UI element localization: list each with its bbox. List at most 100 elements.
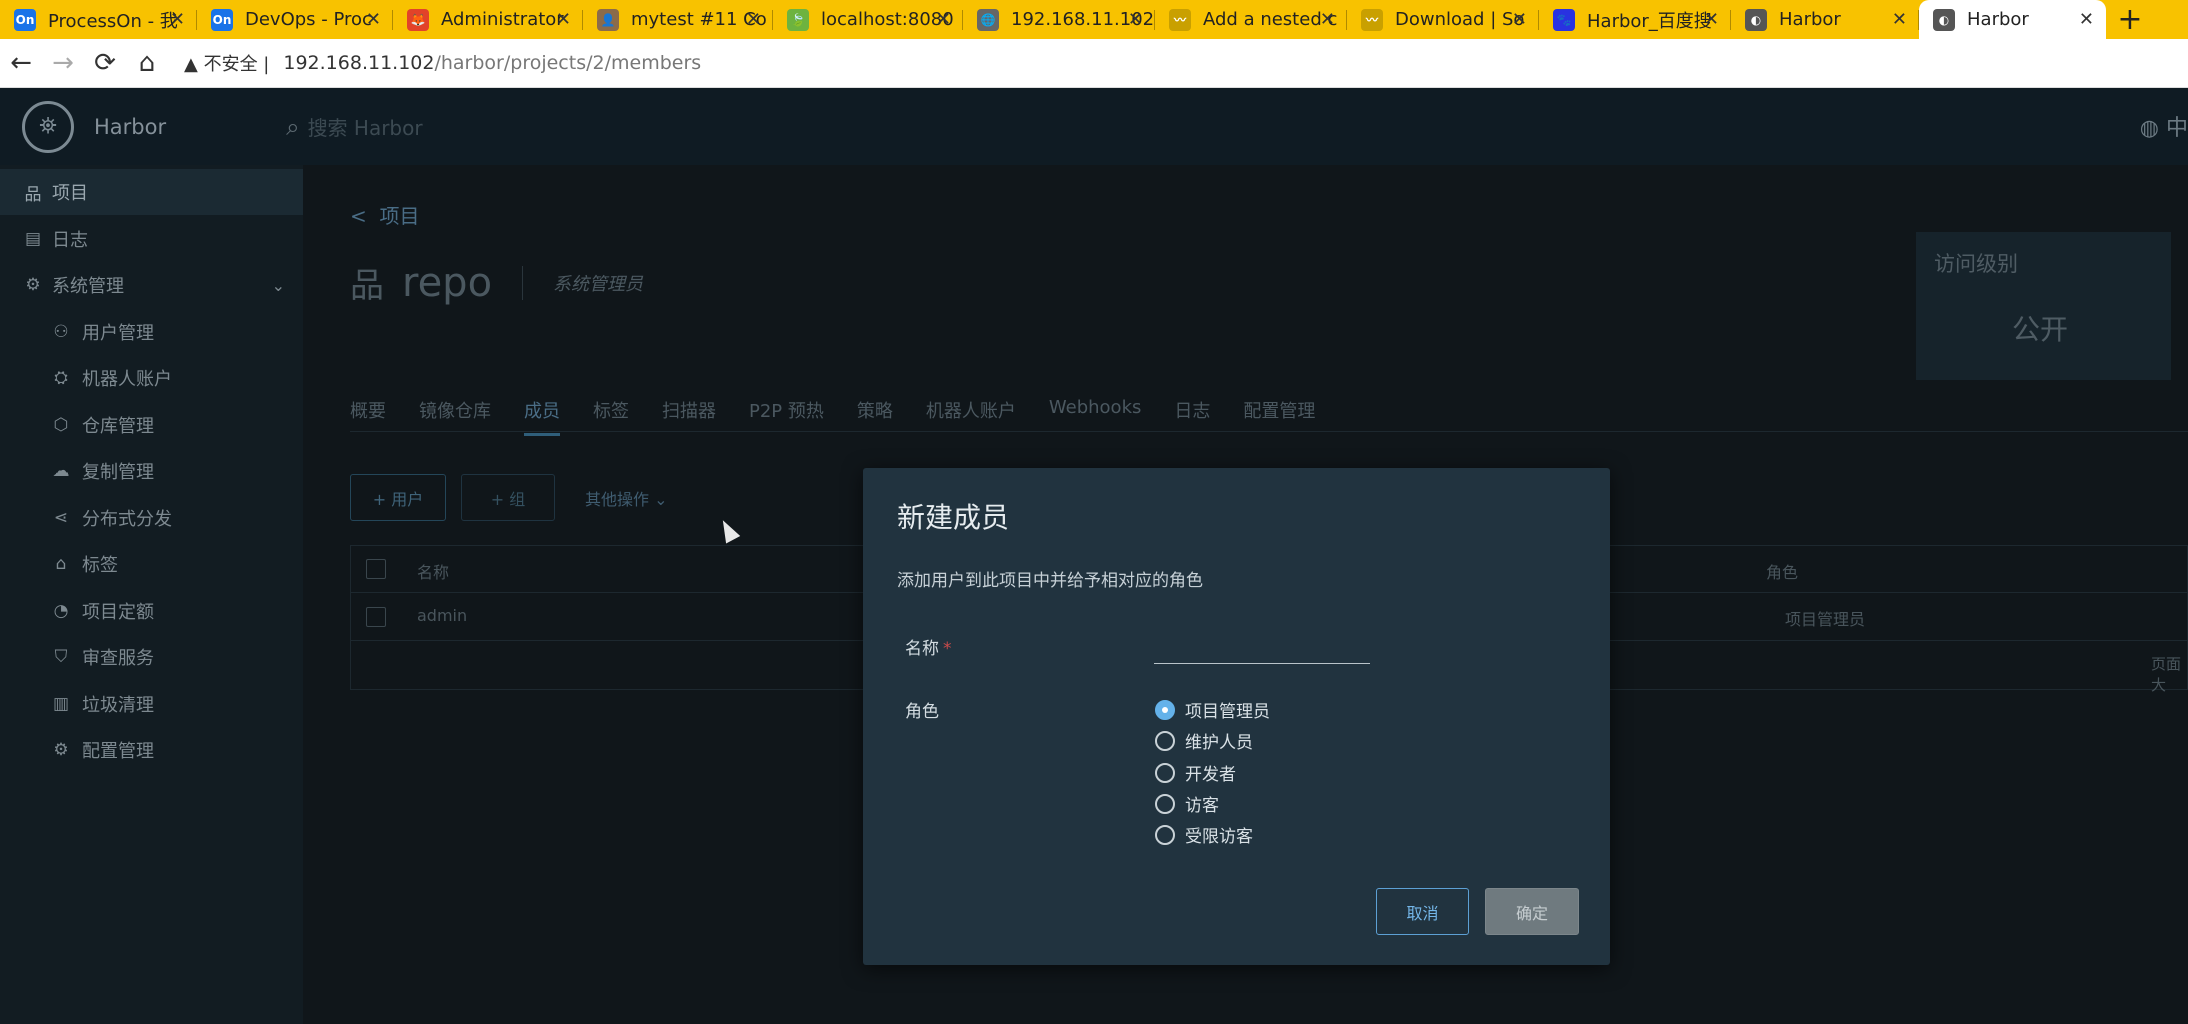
- browser-tab[interactable]: 👤 mytest #11 Co ✕: [583, 0, 773, 39]
- sidebar-item-label: 系统管理: [52, 276, 124, 297]
- more-operations-dropdown[interactable]: 其他操作 ⌄: [585, 486, 668, 510]
- sidebar-item-label: 审查服务: [82, 648, 154, 669]
- role-option-label: 受限访客: [1185, 827, 1253, 847]
- project-role: 系统管理员: [553, 273, 644, 295]
- sidebar-item[interactable]: ▥ 垃圾清理: [0, 681, 303, 727]
- project-icon: 品: [24, 184, 42, 205]
- sidebar-item[interactable]: ⋖ 分布式分发: [0, 495, 303, 541]
- browser-tab[interactable]: 〰 Download | So ✕: [1347, 0, 1539, 39]
- radio-button[interactable]: [1155, 699, 1175, 720]
- sidebar-item[interactable]: ⛉ 审查服务: [0, 634, 303, 680]
- dialog-title: 新建成员: [897, 501, 1010, 534]
- role-label: 角色: [905, 702, 939, 722]
- row-checkbox[interactable]: [366, 607, 386, 627]
- search-input[interactable]: 搜索 Harbor: [308, 112, 423, 141]
- close-tab-icon[interactable]: ✕: [746, 9, 761, 30]
- brand-name[interactable]: Harbor: [94, 115, 166, 139]
- browser-tab[interactable]: 🦊 Administrator ✕: [393, 0, 583, 39]
- radio-button[interactable]: [1155, 824, 1175, 845]
- language-label: 中: [2165, 116, 2188, 141]
- browser-tab[interactable]: On ProcessOn - 我 ✕: [0, 0, 197, 39]
- home-icon[interactable]: ⌂: [126, 48, 168, 78]
- sidebar-item[interactable]: ⚙ 系统管理 ⌄: [0, 262, 303, 308]
- role-option[interactable]: 开发者: [1155, 760, 1236, 785]
- harbor-header: ⛯ Harbor ⌕ 搜索 Harbor ◍ 中: [0, 88, 2188, 165]
- sidebar-item-label: 日志: [52, 230, 88, 251]
- reload-icon[interactable]: ⟳: [84, 48, 126, 78]
- new-tab-button[interactable]: +: [2106, 0, 2154, 39]
- sidebar-item[interactable]: 品项目: [0, 169, 303, 215]
- add-user-button[interactable]: + 用户: [350, 474, 446, 521]
- browser-tab[interactable]: 🌐 192.168.11.102 ✕: [963, 0, 1155, 39]
- log-icon: ▤: [24, 229, 42, 249]
- sidebar-item[interactable]: ⚙ 配置管理: [0, 727, 303, 773]
- back-arrow-icon[interactable]: ←: [0, 48, 42, 78]
- browser-tab[interactable]: ◐ Harbor ✕: [1731, 0, 1919, 39]
- role-option[interactable]: 受限访客: [1155, 822, 1253, 847]
- column-role[interactable]: 角色: [1766, 559, 1798, 583]
- role-option[interactable]: 维护人员: [1155, 728, 1253, 753]
- tab-favicon-icon: 〰: [1169, 8, 1191, 31]
- role-option[interactable]: 访客: [1155, 791, 1219, 816]
- close-tab-icon[interactable]: ✕: [170, 9, 185, 30]
- close-tab-icon[interactable]: ✕: [1892, 9, 1907, 30]
- browser-tab[interactable]: 🍃 localhost:8080 ✕: [773, 0, 963, 39]
- select-all-checkbox[interactable]: [366, 559, 386, 579]
- sidebar-item[interactable]: ☁ 复制管理: [0, 448, 303, 494]
- close-tab-icon[interactable]: ✕: [1512, 9, 1527, 30]
- harbor-logo-icon[interactable]: ⛯: [22, 100, 74, 153]
- browser-tab[interactable]: ◐ Harbor ✕: [1919, 0, 2106, 39]
- tab-title: Download | So: [1395, 9, 1525, 30]
- global-search[interactable]: ⌕ 搜索 Harbor: [286, 112, 422, 141]
- name-label-text: 名称: [905, 639, 939, 659]
- browser-tab[interactable]: On DevOps - Proc ✕: [197, 0, 393, 39]
- chevron-down-icon[interactable]: ⌄: [272, 276, 285, 295]
- browser-tab[interactable]: 🐾 Harbor_百度搜 ✕: [1539, 0, 1731, 39]
- language-switcher[interactable]: ◍ 中: [2140, 110, 2188, 142]
- column-name[interactable]: 名称: [417, 559, 449, 583]
- close-tab-icon[interactable]: ✕: [1128, 9, 1143, 30]
- close-tab-icon[interactable]: ✕: [936, 9, 951, 30]
- replication-icon: ☁: [52, 461, 70, 481]
- tab-title: Harbor: [1967, 9, 2029, 30]
- sidebar-item[interactable]: ⚇ 用户管理: [0, 309, 303, 355]
- sidebar: « 品项目▤日志⚙系统管理⌄⚇用户管理⛭机器人账户⬡仓库管理☁复制管理⋖分布式分…: [0, 165, 303, 1024]
- cancel-button[interactable]: 取消: [1376, 888, 1469, 935]
- breadcrumb-label: 项目: [379, 204, 420, 228]
- forward-arrow-icon[interactable]: →: [42, 48, 84, 78]
- security-warning[interactable]: ▲ 不安全 |: [184, 50, 269, 76]
- radio-button[interactable]: [1155, 762, 1175, 783]
- sidebar-item[interactable]: ⛭ 机器人账户: [0, 355, 303, 401]
- sidebar-item[interactable]: ▤ 日志: [0, 216, 303, 262]
- close-tab-icon[interactable]: ✕: [366, 9, 381, 30]
- close-tab-icon[interactable]: ✕: [1704, 9, 1719, 30]
- role-option-label: 维护人员: [1185, 733, 1253, 753]
- close-tab-icon[interactable]: ✕: [556, 9, 571, 30]
- shield-icon: ⛉: [54, 647, 68, 667]
- distribution-icon: ⋖: [53, 508, 69, 528]
- tab-favicon-icon: 👤: [597, 8, 619, 31]
- browser-tab-bar: On ProcessOn - 我 ✕ On DevOps - Proc ✕ 🦊 Adminis…: [0, 0, 2188, 39]
- project-icon: 品: [350, 266, 384, 306]
- member-name-input[interactable]: [1154, 663, 1370, 664]
- radio-button[interactable]: [1155, 793, 1175, 814]
- browser-tab[interactable]: 〰 Add a nested c ✕: [1155, 0, 1347, 39]
- url-field[interactable]: 192.168.11.102/harbor/projects/2/members: [283, 52, 701, 74]
- sidebar-item[interactable]: ⌂ 标签: [0, 541, 303, 587]
- sidebar-item-label: 仓库管理: [82, 416, 154, 437]
- ok-button[interactable]: 确定: [1485, 888, 1579, 935]
- add-group-button[interactable]: + 组: [461, 474, 555, 521]
- tab-favicon-icon: 🌐: [977, 8, 999, 31]
- role-option[interactable]: 项目管理员: [1155, 697, 1270, 722]
- url-host: 192.168.11.102: [283, 52, 435, 74]
- close-tab-icon[interactable]: ✕: [2079, 9, 2094, 30]
- tab-title: ProcessOn - 我: [48, 10, 178, 32]
- config-icon: ⚙: [53, 740, 69, 760]
- table-footer: 页面大: [2151, 655, 2182, 694]
- registry-icon: ⬡: [53, 415, 69, 435]
- sidebar-item[interactable]: ◔ 项目定额: [0, 588, 303, 634]
- sidebar-item[interactable]: ⬡ 仓库管理: [0, 402, 303, 448]
- close-tab-icon[interactable]: ✕: [1320, 9, 1335, 30]
- radio-button[interactable]: [1155, 730, 1175, 751]
- breadcrumb-back[interactable]: < 项目: [350, 200, 419, 229]
